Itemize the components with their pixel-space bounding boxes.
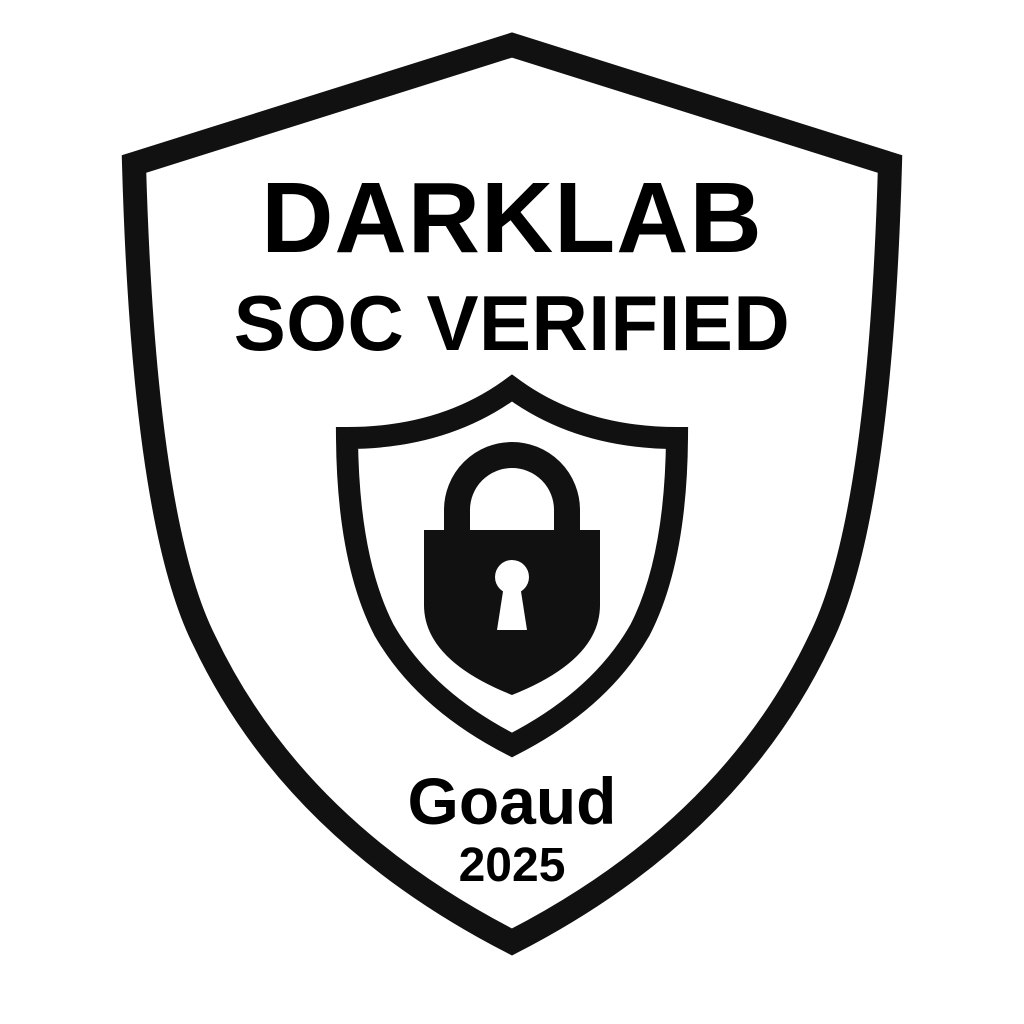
badge-issuer: Goaud	[407, 764, 617, 838]
badge-title: DARKLAB	[261, 162, 763, 274]
verification-badge: DARKLAB SOC VERIFIED Goaud 2025	[0, 0, 1024, 1024]
padlock-icon	[424, 442, 600, 695]
badge-year: 2025	[458, 839, 566, 892]
badge-subtitle: SOC VERIFIED	[233, 279, 791, 367]
